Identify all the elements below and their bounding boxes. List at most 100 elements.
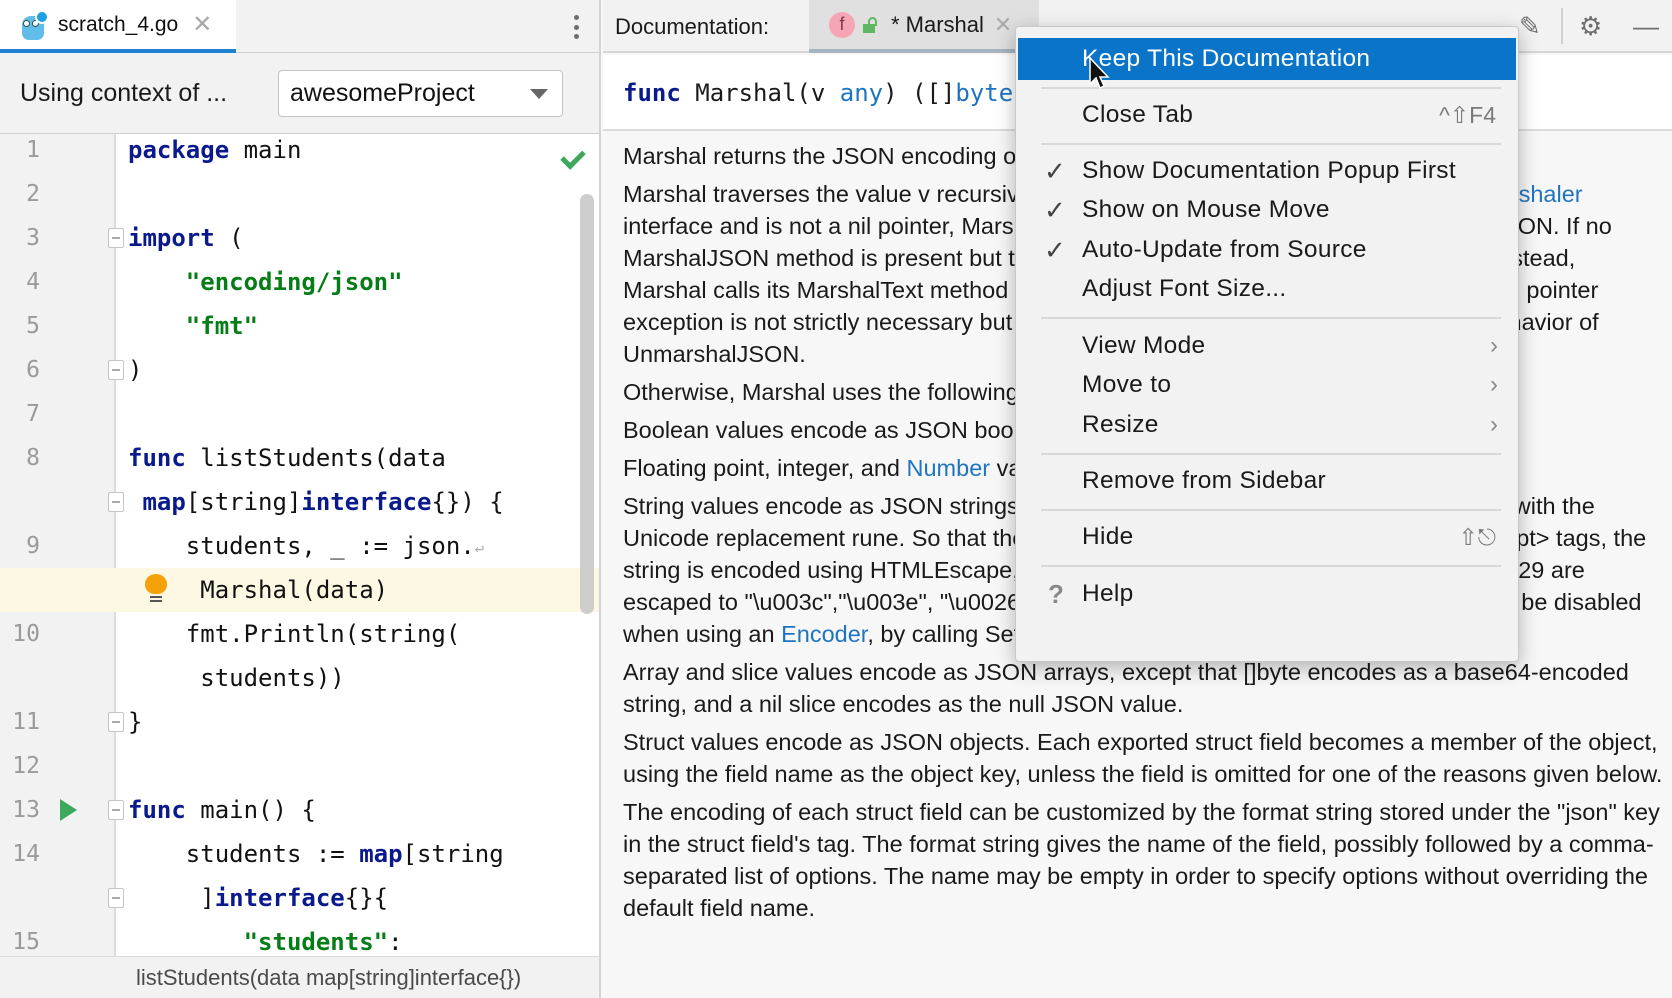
code-line[interactable]: 5 "fmt" xyxy=(0,304,599,348)
mouse-cursor-icon xyxy=(1089,56,1110,90)
doc-tab-marshal[interactable]: f * Marshal ✕ xyxy=(809,0,1039,53)
help-icon: ? xyxy=(1048,578,1064,609)
close-tab-icon[interactable]: ✕ xyxy=(192,12,212,37)
menu-item-label: Close Tab xyxy=(1082,101,1194,128)
fold-marker-icon[interactable] xyxy=(108,228,124,248)
code-text: func main() { xyxy=(128,796,316,824)
code-text: map[string]interface{}) { xyxy=(142,488,504,516)
menu-item-label: View Mode xyxy=(1082,332,1206,359)
fold-marker-icon[interactable] xyxy=(108,712,124,732)
menu-item-label: Show Documentation Popup First xyxy=(1082,157,1456,184)
line-number: 7 xyxy=(26,401,40,427)
more-options-icon[interactable] xyxy=(566,12,586,42)
code-line[interactable]: 6) xyxy=(0,348,599,392)
menu-item-remove-from-sidebar[interactable]: Remove from Sidebar xyxy=(1018,460,1516,502)
menu-item-adjust-font-size[interactable]: Adjust Font Size... xyxy=(1018,268,1516,310)
menu-item-hide[interactable]: Hide ⇧⎋ xyxy=(1018,516,1516,558)
checkmark-icon: ✓ xyxy=(1044,194,1066,225)
code-line[interactable]: 1 package main xyxy=(0,134,599,172)
menu-item-label: Help xyxy=(1082,580,1134,607)
fold-marker-icon[interactable] xyxy=(108,800,124,820)
menu-item-view-mode[interactable]: View Mode › xyxy=(1018,325,1516,367)
line-number: 3 xyxy=(26,225,40,251)
menu-item-resize[interactable]: Resize › xyxy=(1018,404,1516,446)
menu-item-help[interactable]: ? Help xyxy=(1018,573,1516,615)
code-text: Marshal(data) xyxy=(128,576,389,604)
type-link-any[interactable]: any xyxy=(840,79,883,107)
code-editor[interactable]: 1 package main 2 3 import ( 4 "encoding/json"… xyxy=(0,134,599,956)
doc-link[interactable]: Number xyxy=(907,455,991,481)
fold-marker-icon[interactable] xyxy=(108,888,124,908)
code-line[interactable]: 14 students := map[string xyxy=(0,832,599,876)
edit-source-icon[interactable]: ✎ xyxy=(1519,10,1541,42)
code-line[interactable]: 2 xyxy=(0,172,599,216)
line-number: 1 xyxy=(26,137,40,163)
code-line[interactable]: 10 fmt.Println(string( xyxy=(0,612,599,656)
line-number: 14 xyxy=(12,841,40,867)
code-line[interactable]: 12 xyxy=(0,744,599,788)
code-line[interactable]: 8 func listStudents(data xyxy=(0,436,599,480)
unlock-icon xyxy=(863,16,877,33)
minimize-icon[interactable]: — xyxy=(1633,10,1659,42)
code-text: students := map[string xyxy=(128,840,504,868)
fold-marker-icon[interactable] xyxy=(108,492,124,512)
menu-item-auto-update-from-source[interactable]: ✓ Auto-Update from Source xyxy=(1018,229,1516,271)
menu-item-show-on-mouse-move[interactable]: ✓ Show on Mouse Move xyxy=(1018,189,1516,231)
file-tab-scratch[interactable]: scratch_4.go ✕ xyxy=(0,0,236,53)
code-text: import ( xyxy=(128,224,244,252)
code-text: "students": xyxy=(243,928,403,956)
checkmark-icon: ✓ xyxy=(1044,234,1066,265)
close-doc-tab-icon[interactable]: ✕ xyxy=(994,12,1012,38)
line-number: 5 xyxy=(26,313,40,339)
doc-paragraph: Array and slice values encode as JSON ar… xyxy=(623,659,1629,717)
line-number: 2 xyxy=(26,181,40,207)
menu-item-close-tab[interactable]: Close Tab ^⇧F4 xyxy=(1018,94,1516,136)
code-text: students, _ := json.↩ xyxy=(128,532,485,560)
code-line[interactable]: ]interface{}{ xyxy=(0,876,599,920)
doc-paragraph: Struct values encode as JSON objects. Ea… xyxy=(623,729,1663,787)
line-number: 4 xyxy=(26,269,40,295)
menu-item-label: Keep This Documentation xyxy=(1082,45,1371,72)
editor-scrollbar[interactable] xyxy=(580,194,594,614)
menu-separator xyxy=(1041,509,1501,511)
chevron-right-icon: › xyxy=(1490,411,1498,438)
code-line[interactable]: 4 "encoding/json" xyxy=(0,260,599,304)
code-line[interactable]: 3 import ( xyxy=(0,216,599,260)
line-number: 8 xyxy=(26,445,40,471)
code-line[interactable]: 9 students, _ := json.↩ xyxy=(0,524,599,568)
code-text: ) xyxy=(128,356,143,384)
code-line[interactable]: Marshal(data) xyxy=(0,568,599,612)
checkmark-icon: ✓ xyxy=(1044,155,1066,186)
code-text: fmt.Println(string( xyxy=(128,620,461,648)
breadcrumb[interactable]: listStudents(data map[string]interface{}… xyxy=(0,956,599,998)
doc-link[interactable]: Encoder xyxy=(781,621,867,647)
run-icon[interactable] xyxy=(60,799,77,821)
code-line[interactable]: students)) xyxy=(0,656,599,700)
code-line[interactable]: 11} xyxy=(0,700,599,744)
documentation-title: Documentation: xyxy=(615,14,770,39)
code-text: "fmt" xyxy=(185,312,259,340)
menu-item-label: Move to xyxy=(1082,371,1172,398)
menu-item-move-to[interactable]: Move to › xyxy=(1018,364,1516,406)
shortcut-hint: ⇧⎋ xyxy=(1458,523,1496,550)
context-select-value: awesomeProject xyxy=(290,79,475,107)
doc-paragraph: The encoding of each struct field can be… xyxy=(623,799,1660,921)
code-line[interactable]: 15 "students": xyxy=(0,920,599,956)
editor-panel: scratch_4.go ✕ Using context of ... awes… xyxy=(0,0,601,998)
context-project-select[interactable]: awesomeProject xyxy=(278,70,563,117)
line-number: 10 xyxy=(12,621,40,647)
editor-tab-bar: scratch_4.go ✕ xyxy=(0,0,599,53)
code-line[interactable]: 7 xyxy=(0,392,599,436)
code-line[interactable]: map[string]interface{}) { xyxy=(0,480,599,524)
fold-marker-icon[interactable] xyxy=(108,360,124,380)
code-text: package main xyxy=(128,136,302,164)
menu-item-label: Resize xyxy=(1082,411,1159,438)
lightbulb-icon[interactable] xyxy=(145,574,167,604)
gear-icon[interactable]: ⚙ xyxy=(1579,10,1602,42)
menu-item-show-documentation-popup-first[interactable]: ✓ Show Documentation Popup First xyxy=(1018,150,1516,192)
code-line[interactable]: 13 func main() { xyxy=(0,788,599,832)
code-text: } xyxy=(128,708,143,736)
line-number: 9 xyxy=(26,533,40,559)
ide-window: scratch_4.go ✕ Using context of ... awes… xyxy=(0,0,1672,998)
menu-item-label: Remove from Sidebar xyxy=(1082,467,1326,494)
